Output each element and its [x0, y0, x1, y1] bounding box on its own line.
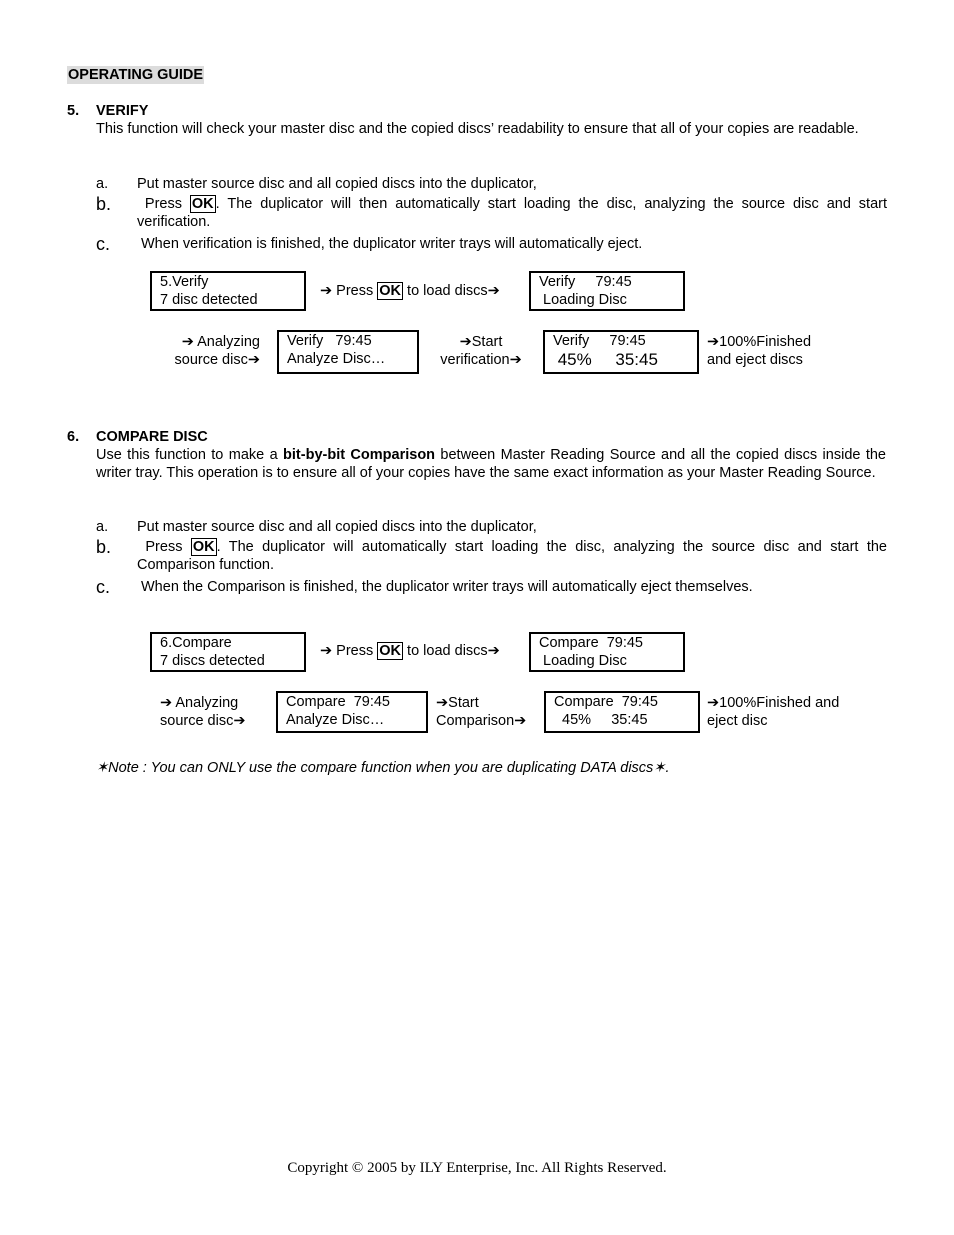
lcd-display-analyze: Compare 79:45 Analyze Disc… — [276, 691, 428, 733]
ok-key: OK — [189, 195, 216, 213]
lcd-line: Compare 79:45 — [554, 694, 658, 710]
lcd-line: Analyze Disc… — [286, 711, 385, 728]
ok-key: OK — [377, 282, 404, 300]
intro-emphasis: bit-by-bit Comparison — [283, 447, 436, 463]
flow-step-finished: ➔100%Finished and eject discs — [707, 333, 811, 369]
step-text: Press OK. The duplicator will automatica… — [137, 538, 887, 574]
flow-text: to load discs➔ — [403, 283, 500, 299]
flow-text: to load discs➔ — [403, 643, 500, 659]
lcd-display-loading: Compare 79:45 Loading Disc — [529, 632, 685, 672]
flow-text: eject disc — [707, 713, 768, 729]
flow-text: verification➔ — [440, 352, 522, 368]
lcd-progress-percent: 45% — [553, 349, 592, 369]
step-letter: c. — [96, 234, 111, 254]
section-title: COMPARE DISC — [96, 429, 208, 445]
section-number: 6. — [67, 429, 80, 445]
step-text-post: . The duplicator will then automatically… — [137, 196, 888, 230]
lcd-display-progress: Compare 79:45 45% 35:45 — [544, 691, 700, 733]
intro-text: Use this function to make a — [96, 447, 284, 463]
ok-key: OK — [190, 538, 217, 556]
step-text-pre: Press — [144, 196, 190, 212]
section-intro: Use this function to make a bit-by-bit C… — [96, 446, 886, 482]
flow-step-start: ➔Start Comparison➔ — [436, 694, 526, 730]
lcd-line: 6.Compare — [160, 635, 232, 651]
lcd-display-menu: 5.Verify 7 disc detected — [150, 271, 306, 311]
step-text-post: . The duplicator will automatically star… — [137, 539, 887, 573]
section-intro: This function will check your master dis… — [96, 121, 859, 137]
flow-step-analyzing: ➔ Analyzing source disc➔ — [160, 694, 246, 730]
guide-heading: OPERATING GUIDE — [67, 66, 205, 84]
ok-key: OK — [377, 642, 404, 660]
section-number: 5. — [67, 103, 80, 119]
step-letter: b. — [96, 194, 112, 214]
lcd-line: Compare 79:45 — [286, 694, 390, 710]
lcd-time-remaining: 35:45 — [615, 349, 658, 369]
lcd-line: Analyze Disc… — [287, 350, 386, 367]
flow-text: ➔ Analyzing — [181, 334, 260, 350]
flow-text: ➔ Press — [320, 643, 378, 659]
compare-note: ✶Note : You can ONLY use the compare fun… — [96, 760, 670, 776]
flow-step-analyzing: ➔ Analyzing source disc➔ — [160, 333, 261, 369]
step-text: Press OK. The duplicator will then autom… — [137, 195, 887, 231]
flow-text: ➔Start — [459, 334, 503, 350]
flow-text: ➔Start — [436, 695, 479, 711]
lcd-display-analyze: Verify 79:45 Analyze Disc… — [277, 330, 419, 374]
flow-step-start: ➔Start verification➔ — [430, 333, 532, 369]
step-text: Put master source disc and all copied di… — [137, 176, 537, 192]
flow-text: ➔ Press — [320, 283, 378, 299]
step-letter: b. — [96, 537, 112, 557]
flow-text: Comparison➔ — [436, 713, 527, 729]
step-text: Put master source disc and all copied di… — [137, 519, 537, 535]
flow-text: source disc➔ — [174, 352, 261, 368]
flow-text: and eject discs — [707, 352, 803, 368]
lcd-line: 45% 35:45 — [554, 711, 648, 728]
lcd-line: 5.Verify — [160, 274, 209, 290]
flow-step-press-ok: ➔ Press OK to load discs➔ — [320, 642, 500, 660]
step-text: When the Comparison is finished, the dup… — [141, 579, 753, 595]
lcd-line: Verify 79:45 — [287, 333, 372, 349]
lcd-line: 7 discs detected — [160, 652, 265, 669]
step-letter: a. — [96, 176, 109, 192]
lcd-line: Loading Disc — [539, 652, 627, 669]
lcd-display-menu: 6.Compare 7 discs detected — [150, 632, 306, 672]
flow-text: ➔100%Finished — [707, 334, 812, 350]
copyright-footer: Copyright © 2005 by ILY Enterprise, Inc.… — [287, 1160, 667, 1176]
step-text-pre: Press — [145, 539, 191, 555]
step-letter: c. — [96, 577, 111, 597]
lcd-display-loading: Verify 79:45 Loading Disc — [529, 271, 685, 311]
flow-step-finished: ➔100%Finished and eject disc — [707, 694, 839, 730]
lcd-line: 7 disc detected — [160, 291, 258, 308]
flow-text: ➔ Analyzing — [160, 695, 239, 711]
lcd-line: Verify 79:45 — [553, 333, 646, 349]
lcd-line: Compare 79:45 — [539, 635, 643, 651]
step-text: When verification is finished, the dupli… — [141, 236, 643, 252]
lcd-line: Verify 79:45 — [539, 274, 632, 290]
lcd-display-progress: Verify 79:45 45% 35:45 — [543, 330, 699, 374]
lcd-line: Loading Disc — [539, 291, 627, 308]
section-title: VERIFY — [96, 103, 149, 119]
flow-step-press-ok: ➔ Press OK to load discs➔ — [320, 282, 500, 300]
step-letter: a. — [96, 519, 109, 535]
flow-text: source disc➔ — [160, 713, 246, 729]
flow-text: ➔100%Finished and — [707, 695, 840, 711]
